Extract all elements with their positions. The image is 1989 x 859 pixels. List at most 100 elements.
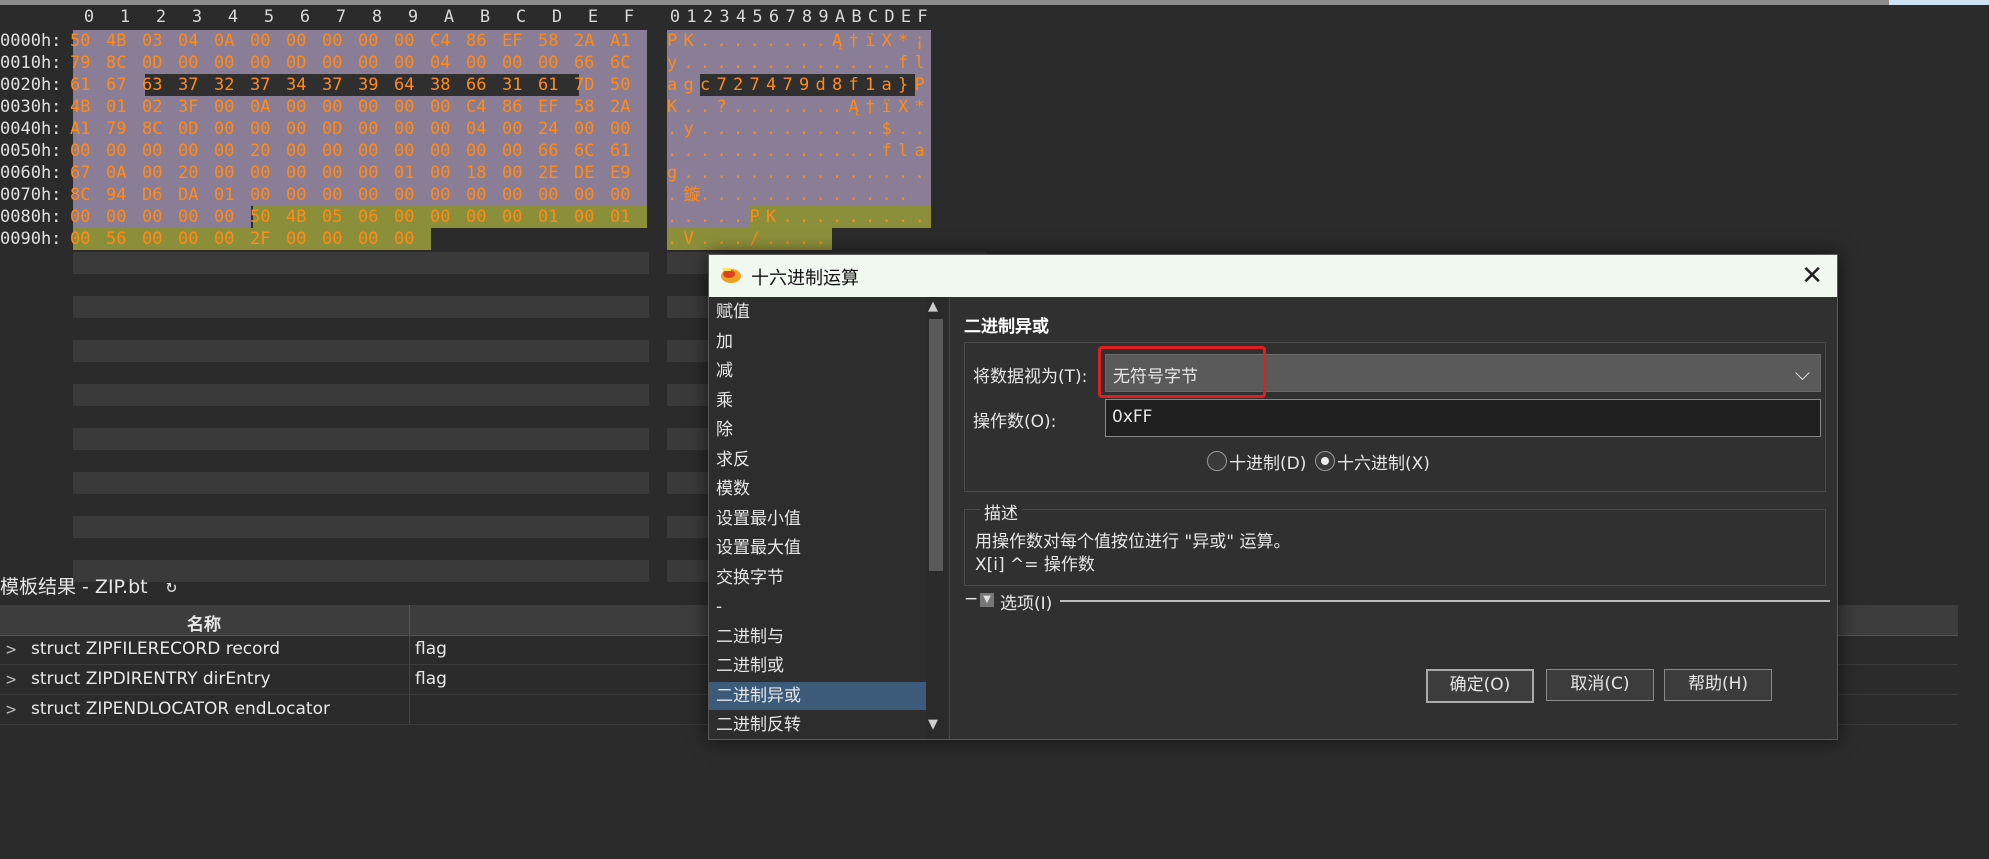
hex-byte[interactable]: 00 bbox=[394, 206, 414, 228]
hex-byte[interactable]: 00 bbox=[286, 140, 306, 162]
hex-byte[interactable]: 00 bbox=[574, 184, 594, 206]
chevron-right-icon[interactable]: > bbox=[6, 700, 16, 720]
hex-byte[interactable]: 00 bbox=[538, 52, 558, 74]
hex-byte[interactable]: 00 bbox=[214, 118, 234, 140]
hex-byte[interactable]: 79 bbox=[70, 52, 90, 74]
ascii-char[interactable]: 7 bbox=[717, 74, 727, 96]
column-header-name[interactable]: 名称 bbox=[0, 610, 408, 635]
hex-byte[interactable]: 00 bbox=[214, 206, 234, 228]
hex-byte[interactable]: 00 bbox=[502, 52, 522, 74]
ascii-char[interactable]: . bbox=[799, 228, 809, 250]
ascii-char[interactable]: . bbox=[667, 184, 677, 206]
hex-byte[interactable]: 01 bbox=[538, 206, 558, 228]
hex-byte[interactable]: C4 bbox=[430, 30, 450, 52]
ascii-char[interactable]: 鏇 bbox=[684, 184, 701, 206]
operation-list-scrollbar[interactable]: ▲ ▼ bbox=[926, 297, 946, 739]
hex-byte[interactable]: 00 bbox=[466, 206, 486, 228]
hex-byte[interactable]: 00 bbox=[610, 118, 630, 140]
hex-byte[interactable]: 00 bbox=[106, 140, 126, 162]
ascii-char[interactable]: 7 bbox=[750, 74, 760, 96]
ascii-char[interactable]: . bbox=[816, 162, 826, 184]
ascii-char[interactable]: . bbox=[700, 96, 710, 118]
ascii-char[interactable]: * bbox=[898, 30, 908, 52]
ascii-char[interactable]: . bbox=[750, 96, 760, 118]
hex-byte[interactable]: 00 bbox=[358, 228, 378, 250]
operation-item[interactable]: 设置最小值 bbox=[709, 505, 930, 533]
hex-byte[interactable]: EF bbox=[502, 30, 522, 52]
ascii-char[interactable]: . bbox=[717, 228, 727, 250]
ascii-char[interactable]: f bbox=[849, 74, 859, 96]
hex-byte[interactable]: 6C bbox=[574, 140, 594, 162]
hex-byte[interactable]: 00 bbox=[106, 206, 126, 228]
ascii-char[interactable]: . bbox=[684, 52, 694, 74]
operation-item[interactable]: 二进制或 bbox=[709, 652, 930, 680]
hex-byte[interactable]: 3F bbox=[178, 96, 198, 118]
hex-byte[interactable]: 03 bbox=[142, 30, 162, 52]
ascii-char[interactable]: ï bbox=[865, 30, 875, 52]
ascii-char[interactable]: . bbox=[733, 140, 743, 162]
ascii-char[interactable]: . bbox=[700, 52, 710, 74]
hex-byte[interactable]: 00 bbox=[358, 118, 378, 140]
ascii-char[interactable]: . bbox=[766, 184, 776, 206]
options-expander[interactable]: − ▼ 选项(I) bbox=[964, 589, 1830, 614]
ascii-char[interactable]: . bbox=[832, 52, 842, 74]
ascii-char[interactable]: . bbox=[799, 162, 809, 184]
hex-byte[interactable]: 00 bbox=[250, 118, 270, 140]
chevron-right-icon[interactable]: > bbox=[6, 640, 16, 660]
dialog-titlebar[interactable]: 十六进制运算 ✕ bbox=[709, 255, 1837, 297]
ascii-char[interactable]: . bbox=[766, 140, 776, 162]
ascii-char[interactable]: . bbox=[832, 140, 842, 162]
ascii-char[interactable]: . bbox=[766, 228, 776, 250]
ascii-char[interactable]: . bbox=[733, 184, 743, 206]
help-button[interactable]: 帮助(H) bbox=[1664, 669, 1772, 701]
ascii-char[interactable]: } bbox=[898, 74, 908, 96]
hex-byte[interactable]: 18 bbox=[466, 162, 486, 184]
ascii-char[interactable]: . bbox=[733, 30, 743, 52]
ascii-char[interactable]: ï bbox=[882, 96, 892, 118]
operation-item[interactable]: 二进制异或 bbox=[709, 681, 930, 710]
hex-byte[interactable]: 00 bbox=[358, 140, 378, 162]
ascii-char[interactable]: . bbox=[816, 206, 826, 228]
hex-byte[interactable]: 00 bbox=[286, 96, 306, 118]
operation-item[interactable]: 求反 bbox=[709, 446, 930, 474]
ascii-char[interactable]: 4 bbox=[766, 74, 776, 96]
hex-byte[interactable]: 00 bbox=[430, 184, 450, 206]
ascii-char[interactable]: . bbox=[733, 52, 743, 74]
ascii-char[interactable]: . bbox=[717, 162, 727, 184]
hex-byte[interactable]: 24 bbox=[538, 118, 558, 140]
ascii-char[interactable]: . bbox=[799, 30, 809, 52]
hex-byte[interactable]: 00 bbox=[286, 30, 306, 52]
ascii-char[interactable]: . bbox=[898, 206, 908, 228]
ascii-char[interactable]: . bbox=[832, 162, 842, 184]
ascii-char[interactable]: . bbox=[700, 118, 710, 140]
hex-byte[interactable]: 38 bbox=[430, 74, 450, 96]
hex-byte[interactable]: 66 bbox=[538, 140, 558, 162]
ascii-char[interactable]: K bbox=[766, 206, 776, 228]
ascii-char[interactable]: P bbox=[750, 206, 760, 228]
ascii-char[interactable]: g bbox=[684, 74, 694, 96]
ascii-char[interactable]: $ bbox=[882, 118, 892, 140]
ascii-char[interactable]: Ą bbox=[832, 30, 842, 52]
hex-byte[interactable]: 00 bbox=[214, 228, 234, 250]
column-divider[interactable] bbox=[409, 605, 410, 635]
ascii-char[interactable]: . bbox=[865, 206, 875, 228]
hex-byte[interactable]: 00 bbox=[286, 162, 306, 184]
hex-byte[interactable]: 04 bbox=[178, 30, 198, 52]
hex-byte[interactable]: DE bbox=[574, 162, 594, 184]
hex-byte[interactable]: 00 bbox=[142, 162, 162, 184]
hex-byte[interactable]: 79 bbox=[106, 118, 126, 140]
hex-byte[interactable]: 00 bbox=[574, 206, 594, 228]
ascii-char[interactable]: X bbox=[882, 30, 892, 52]
decimal-radio[interactable] bbox=[1207, 451, 1227, 471]
scroll-up-icon[interactable]: ▲ bbox=[928, 299, 938, 314]
ascii-char[interactable]: . bbox=[733, 118, 743, 140]
ascii-char[interactable]: . bbox=[865, 118, 875, 140]
hex-byte[interactable]: 00 bbox=[358, 184, 378, 206]
hex-byte[interactable]: 56 bbox=[106, 228, 126, 250]
ascii-char[interactable]: . bbox=[750, 118, 760, 140]
ascii-char[interactable]: . bbox=[832, 96, 842, 118]
chevron-down-icon[interactable]: ⌵ bbox=[1795, 361, 1810, 385]
ascii-char[interactable]: P bbox=[915, 74, 925, 96]
ascii-char[interactable]: . bbox=[766, 52, 776, 74]
operation-list[interactable]: 二进制反转 二进制异或 二进制或 二进制与 - 交换字节 设置最大值 设置最小值 模数 求反除乘减… bbox=[709, 297, 950, 739]
